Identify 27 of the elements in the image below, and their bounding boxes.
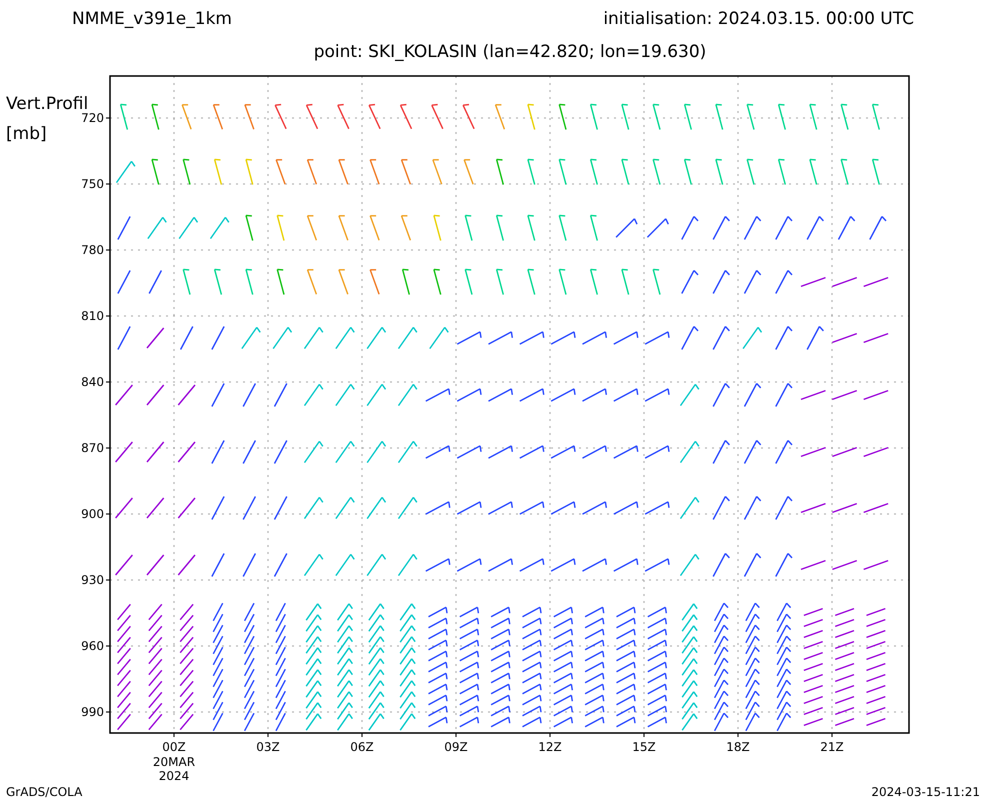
y-axis-unit: [mb] (6, 124, 47, 144)
y-tick-label: 750 (81, 177, 104, 191)
x-tick-label: 21Z (820, 740, 844, 754)
y-tick-label: 720 (81, 111, 104, 125)
chart-title: point: SKI_KOLASIN (lan=42.820; lon=19.630) (314, 42, 706, 62)
x-tick-date: 2024 (158, 769, 190, 783)
software-credit: GrADS/COLA (6, 785, 82, 799)
model-name: NMME_v391e_1km (72, 9, 232, 29)
y-axis-title: Vert.Profil (6, 94, 88, 114)
y-tick-label: 960 (81, 639, 104, 653)
y-tick-label: 840 (81, 375, 104, 389)
x-tick-label: 03Z (256, 740, 280, 754)
y-tick-label: 870 (81, 441, 104, 455)
y-tick-label: 810 (81, 309, 104, 323)
y-tick-label: 990 (81, 705, 104, 719)
x-tick-label: 09Z (444, 740, 468, 754)
x-tick-label: 18Z (726, 740, 750, 754)
x-tick-label: 00Z (162, 740, 186, 754)
initialisation-time: initialisation: 2024.03.15. 00:00 UTC (603, 9, 914, 29)
x-tick-label: 06Z (350, 740, 374, 754)
x-tick-label: 12Z (538, 740, 562, 754)
y-tick-label: 900 (81, 507, 104, 521)
y-tick-label: 780 (81, 243, 104, 257)
x-tick-date: 20MAR (152, 755, 196, 769)
timestamp: 2024-03-15-11:21 (871, 785, 980, 799)
x-tick-label: 15Z (632, 740, 656, 754)
y-tick-label: 930 (81, 573, 104, 587)
